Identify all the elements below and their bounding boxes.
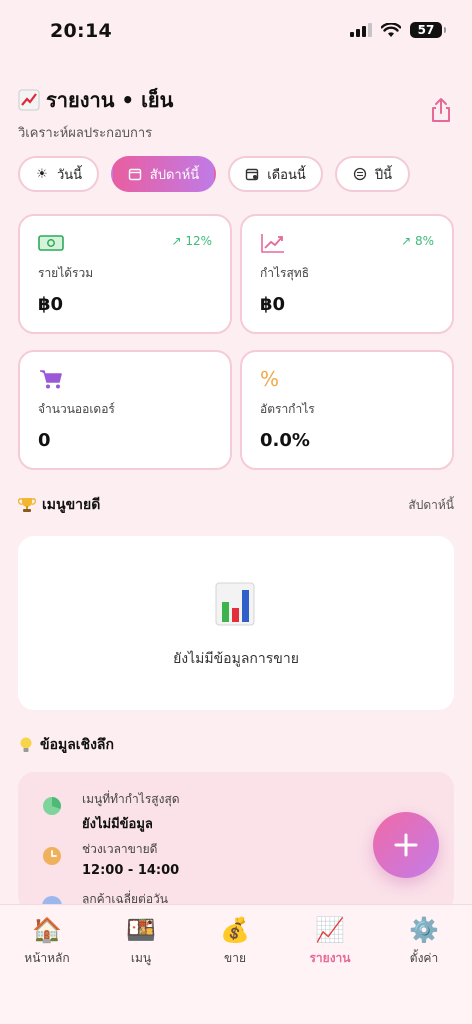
bestsellers-title-text: เมนูขายดี bbox=[42, 497, 101, 513]
page-subtitle: วิเคราะห์ผลประกอบการ bbox=[18, 126, 153, 141]
orders-value: 0 bbox=[38, 430, 51, 451]
insight-label: เมนูที่ทำกำไรสูงสุด bbox=[82, 792, 180, 806]
nav-home[interactable]: 🏠 หน้าหลัก bbox=[7, 915, 87, 968]
orders-label: จำนวนออเดอร์ bbox=[38, 402, 115, 416]
bestsellers-header: เมนูขายดี สัปดาห์นี้ bbox=[18, 494, 454, 516]
tab-this-week[interactable]: สัปดาห์นี้ bbox=[111, 156, 216, 192]
nav-report[interactable]: 📈 รายงาน bbox=[290, 915, 370, 968]
period-tabs: ☀ วันนี้ สัปดาห์นี้ เดือนนี้ ปีนี้ bbox=[18, 156, 454, 192]
revenue-value: ฿0 bbox=[38, 294, 64, 315]
revenue-card[interactable]: ↗ 12% รายได้รวม ฿0 bbox=[18, 214, 232, 334]
page-header: รายงาน • เย็น วิเคราะห์ผลประกอบการ bbox=[18, 84, 454, 141]
calendar-icon bbox=[128, 168, 141, 181]
nav-menu[interactable]: 🍱 เมนู bbox=[101, 915, 181, 968]
profit-value: ฿0 bbox=[260, 294, 286, 315]
tab-this-year[interactable]: ปีนี้ bbox=[335, 156, 410, 192]
cash-icon bbox=[38, 235, 64, 251]
revenue-trend: ↗ 12% bbox=[171, 234, 212, 248]
sun-icon: ☀ bbox=[36, 166, 48, 182]
nav-settings-label: ตั้งค่า bbox=[409, 951, 439, 965]
wifi-icon bbox=[381, 22, 401, 37]
house-icon: 🏠 bbox=[32, 916, 62, 944]
margin-label: อัตรากำไร bbox=[260, 402, 315, 416]
bestsellers-empty-text: ยังไม่มีข้อมูลการขาย bbox=[173, 651, 299, 667]
lightbulb-icon bbox=[20, 737, 32, 752]
bento-icon: 🍱 bbox=[126, 916, 156, 944]
signal-icon bbox=[350, 23, 372, 37]
status-time: 20:14 bbox=[50, 20, 112, 42]
pie-chart-icon bbox=[43, 797, 61, 815]
plus-icon bbox=[394, 833, 418, 857]
database-icon bbox=[353, 167, 367, 181]
page-title: รายงาน • เย็น bbox=[18, 84, 454, 116]
insight-item: ช่วงเวลาขายดี 12:00 - 14:00 bbox=[42, 840, 179, 878]
insight-label: ช่วงเวลาขายดี bbox=[82, 842, 158, 856]
status-icons: 57 bbox=[350, 22, 446, 38]
status-bar: 20:14 57 bbox=[0, 0, 472, 62]
tab-this-week-label: สัปดาห์นี้ bbox=[149, 167, 200, 183]
orders-card[interactable]: จำนวนออเดอร์ 0 bbox=[18, 350, 232, 470]
tab-this-month[interactable]: เดือนนี้ bbox=[228, 156, 323, 192]
calendar-month-icon bbox=[246, 168, 259, 181]
margin-card[interactable]: % อัตรากำไร 0.0% bbox=[240, 350, 454, 470]
bottom-nav: 🏠 หน้าหลัก 🍱 เมนู 💰 ขาย 📈 รายงาน ⚙️ ตั้ง… bbox=[0, 904, 472, 1024]
margin-value: 0.0% bbox=[260, 430, 310, 451]
nav-settings[interactable]: ⚙️ ตั้งค่า bbox=[384, 915, 464, 968]
nav-report-label: รายงาน bbox=[309, 951, 351, 965]
nav-menu-label: เมนู bbox=[130, 951, 152, 965]
insights-header: ข้อมูลเชิงลึก bbox=[18, 734, 454, 756]
page-title-text: รายงาน • เย็น bbox=[46, 88, 174, 112]
bestsellers-title: เมนูขายดี bbox=[18, 494, 100, 516]
trend-up-icon bbox=[261, 234, 284, 253]
trophy-icon bbox=[18, 498, 36, 512]
cart-icon bbox=[40, 370, 62, 389]
nav-sell-label: ขาย bbox=[224, 951, 246, 965]
revenue-label: รายได้รวม bbox=[38, 266, 94, 280]
profit-label: กำไรสุทธิ bbox=[260, 266, 310, 280]
chart-up-emoji-icon bbox=[18, 89, 40, 111]
insights-title: ข้อมูลเชิงลึก bbox=[18, 734, 114, 756]
clock-icon bbox=[43, 847, 61, 865]
tab-this-month-label: เดือนนี้ bbox=[267, 167, 306, 183]
tab-this-year-label: ปีนี้ bbox=[374, 167, 393, 183]
add-button[interactable] bbox=[373, 812, 439, 878]
share-icon[interactable] bbox=[428, 96, 454, 124]
nav-sell[interactable]: 💰 ขาย bbox=[195, 915, 275, 968]
chart-up-icon: 📈 bbox=[315, 916, 345, 944]
percent-icon: % bbox=[260, 367, 280, 391]
battery-icon: 57 bbox=[410, 22, 446, 38]
profit-trend: ↗ 8% bbox=[401, 234, 434, 248]
nav-home-label: หน้าหลัก bbox=[24, 951, 70, 965]
gear-icon: ⚙️ bbox=[409, 916, 439, 944]
money-bag-icon: 💰 bbox=[220, 916, 250, 944]
bar-chart-icon bbox=[215, 582, 255, 626]
tab-today-label: วันนี้ bbox=[56, 167, 83, 183]
insight-value: ยังไม่มีข้อมูล bbox=[82, 817, 153, 832]
profit-card[interactable]: ↗ 8% กำไรสุทธิ ฿0 bbox=[240, 214, 454, 334]
insight-value: 12:00 - 14:00 bbox=[82, 863, 180, 878]
insight-item: เมนูที่ทำกำไรสูงสุด ยังไม่มีข้อมูล bbox=[42, 790, 180, 834]
tab-today[interactable]: ☀ วันนี้ bbox=[18, 156, 99, 192]
insights-title-text: ข้อมูลเชิงลึก bbox=[40, 737, 114, 753]
bestsellers-period-link[interactable]: สัปดาห์นี้ bbox=[408, 496, 454, 515]
bestsellers-empty-card: ยังไม่มีข้อมูลการขาย bbox=[18, 536, 454, 710]
